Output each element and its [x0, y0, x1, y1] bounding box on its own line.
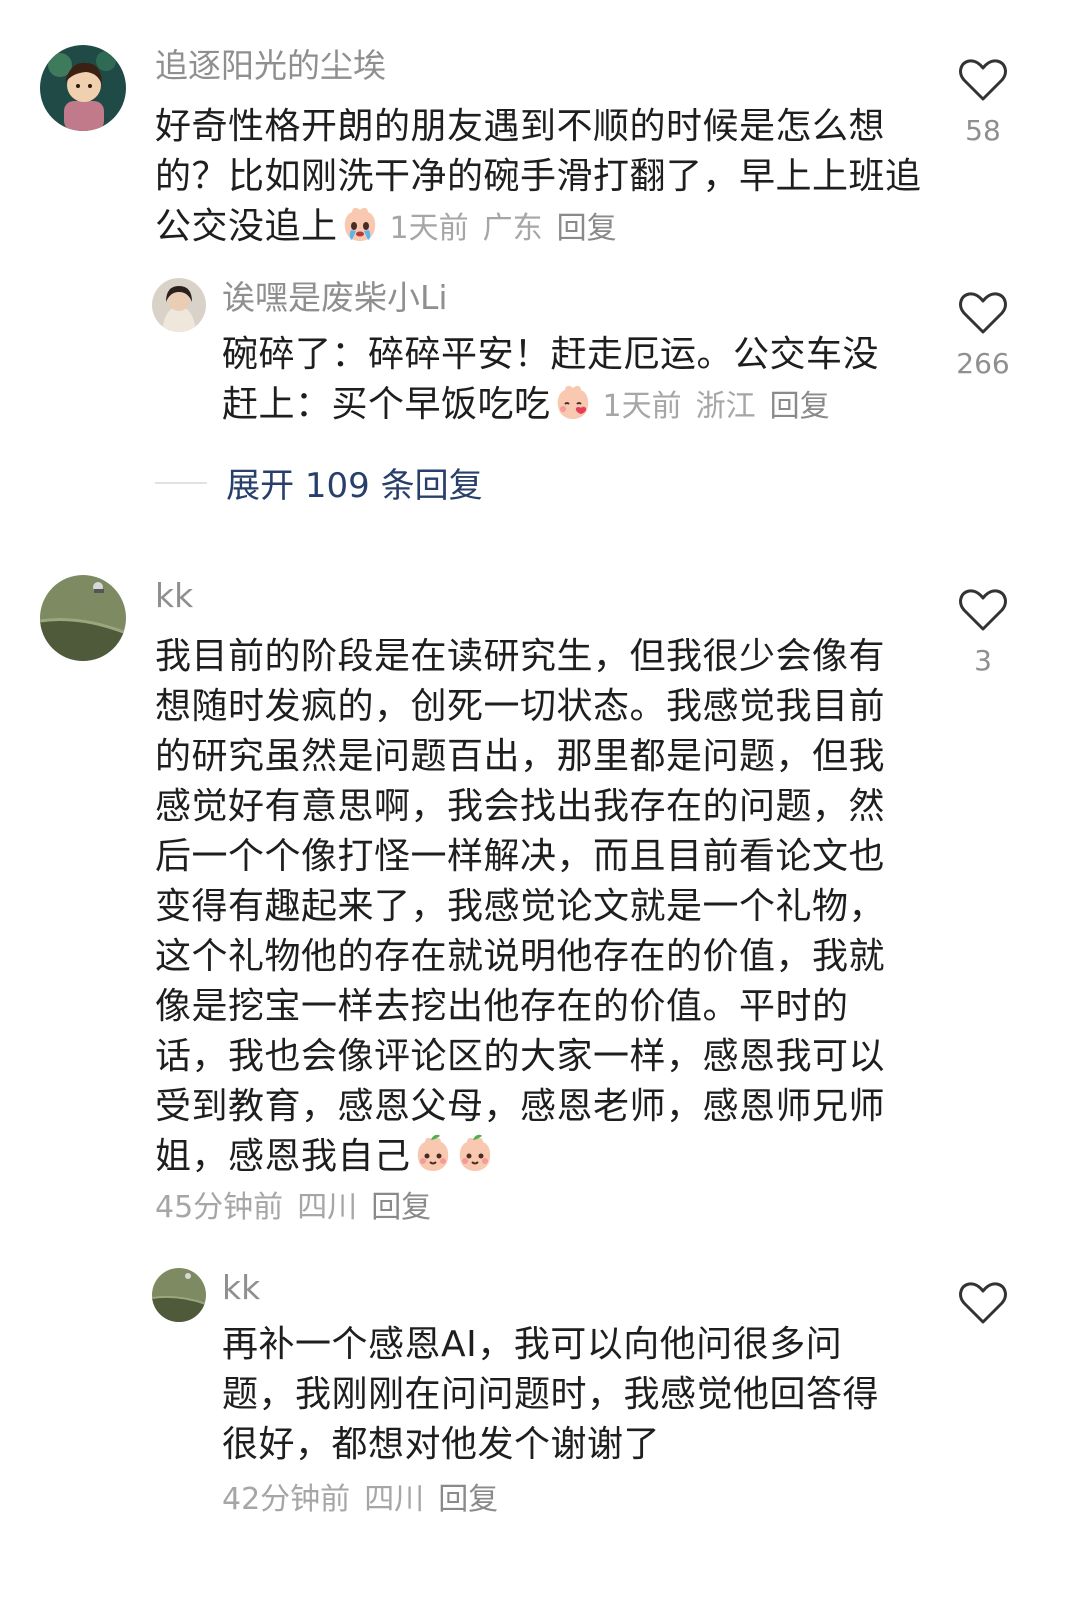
location: 四川: [297, 1190, 358, 1225]
comment-text: 碗碎了：碎碎平安！赶走厄运。公交车没赶上：买个早饭吃吃 1天前 浙江 回复: [222, 330, 912, 432]
timestamp: 45分钟前: [155, 1190, 284, 1225]
avatar[interactable]: [152, 278, 206, 332]
like-button[interactable]: [943, 1280, 1023, 1326]
username[interactable]: kk: [222, 1268, 260, 1308]
comment-meta: 1天前 广东 回复: [390, 211, 631, 246]
reply-button[interactable]: 回复: [438, 1482, 498, 1517]
username[interactable]: kk: [155, 576, 193, 616]
username[interactable]: 追逐阳光的尘埃: [155, 46, 386, 86]
heart-icon: [959, 589, 1007, 631]
smiling-peach-icon: [455, 1134, 495, 1174]
comment-meta: 45分钟前 四川 回复: [155, 1188, 445, 1228]
like-button[interactable]: 266: [943, 290, 1023, 382]
comment-text: 好奇性格开朗的朋友遇到不顺的时候是怎么想的？比如刚洗干净的碗手滑打翻了，早上上班…: [155, 102, 925, 254]
expand-replies-label: 展开 109 条回复: [226, 466, 483, 506]
heart-icon: [959, 1282, 1007, 1324]
expand-replies-button[interactable]: 展开 109 条回复: [155, 458, 483, 506]
like-button[interactable]: 58: [943, 57, 1023, 149]
reply-button[interactable]: 回复: [371, 1190, 431, 1225]
avatar[interactable]: [40, 575, 126, 661]
comment-text: 我目前的阶段是在读研究生，但我很少会像有想随时发疯的，创死一切状态。我感觉我目前…: [155, 632, 895, 1182]
like-button[interactable]: 3: [943, 587, 1023, 679]
reply-button[interactable]: 回复: [557, 211, 617, 246]
reply-button[interactable]: 回复: [770, 389, 830, 424]
like-count: 266: [956, 347, 1010, 380]
comment-body: 我目前的阶段是在读研究生，但我很少会像有想随时发疯的，创死一切状态。我感觉我目前…: [155, 636, 886, 1177]
heart-icon: [959, 59, 1007, 101]
username[interactable]: 诶嘿是废柴小Li: [222, 278, 448, 318]
comment-meta: 1天前 浙江 回复: [603, 389, 844, 424]
location: 广东: [482, 211, 543, 246]
heart-icon: [959, 292, 1007, 334]
kissing-peach-icon: [553, 382, 593, 422]
location: 四川: [364, 1482, 425, 1517]
divider-line: [155, 481, 207, 484]
timestamp: 42分钟前: [222, 1482, 351, 1517]
smiling-peach-icon: [413, 1134, 453, 1174]
location: 浙江: [695, 389, 756, 424]
like-count: 58: [965, 114, 1001, 147]
avatar[interactable]: [152, 1268, 206, 1322]
timestamp: 1天前: [389, 211, 469, 246]
crying-peach-icon: [340, 204, 380, 244]
comment-body: 再补一个感恩AI，我可以向他问很多问题，我刚刚在问问题时，我感觉他回答得很好，都…: [222, 1324, 880, 1465]
comment-meta: 42分钟前 四川 回复: [222, 1480, 512, 1520]
comment-text: 再补一个感恩AI，我可以向他问很多问题，我刚刚在问问题时，我感觉他回答得很好，都…: [222, 1320, 912, 1470]
timestamp: 1天前: [602, 389, 682, 424]
like-count: 3: [974, 644, 992, 677]
avatar[interactable]: [40, 45, 126, 131]
